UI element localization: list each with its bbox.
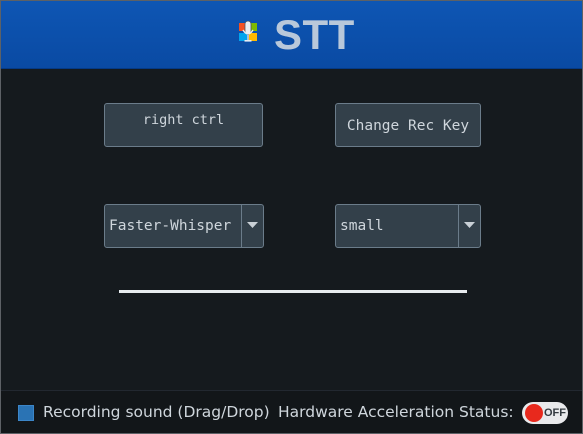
chevron-down-icon bbox=[464, 222, 475, 228]
engine-dropdown-arrow[interactable] bbox=[241, 205, 263, 247]
app-window: STT right ctrl Change Rec Key Faster-Whi… bbox=[0, 0, 583, 434]
header-bar: STT bbox=[1, 1, 582, 69]
change-rec-key-button[interactable]: Change Rec Key bbox=[335, 103, 481, 147]
status-bar: Recording sound (Drag/Drop) Hardware Acc… bbox=[1, 390, 582, 433]
chevron-down-icon bbox=[247, 222, 258, 228]
hardware-acceleration-toggle[interactable]: OFF bbox=[522, 402, 568, 424]
hardware-acceleration-label: Hardware Acceleration Status: bbox=[278, 403, 514, 421]
engine-select[interactable]: Faster-Whisper bbox=[104, 204, 264, 248]
toggle-knob bbox=[525, 404, 543, 422]
toggle-state-text: OFF bbox=[544, 407, 566, 419]
model-dropdown-arrow[interactable] bbox=[458, 205, 480, 247]
model-select[interactable]: small bbox=[335, 204, 481, 248]
microphone-logo-icon bbox=[239, 20, 261, 43]
model-select-value: small bbox=[340, 218, 384, 234]
recording-checkbox-label: Recording sound (Drag/Drop) bbox=[43, 403, 270, 421]
engine-select-value: Faster-Whisper bbox=[109, 218, 232, 234]
app-title: STT bbox=[274, 11, 355, 58]
divider-line bbox=[119, 290, 467, 293]
recording-checkbox[interactable] bbox=[18, 405, 34, 421]
record-key-button[interactable]: right ctrl bbox=[104, 103, 263, 147]
